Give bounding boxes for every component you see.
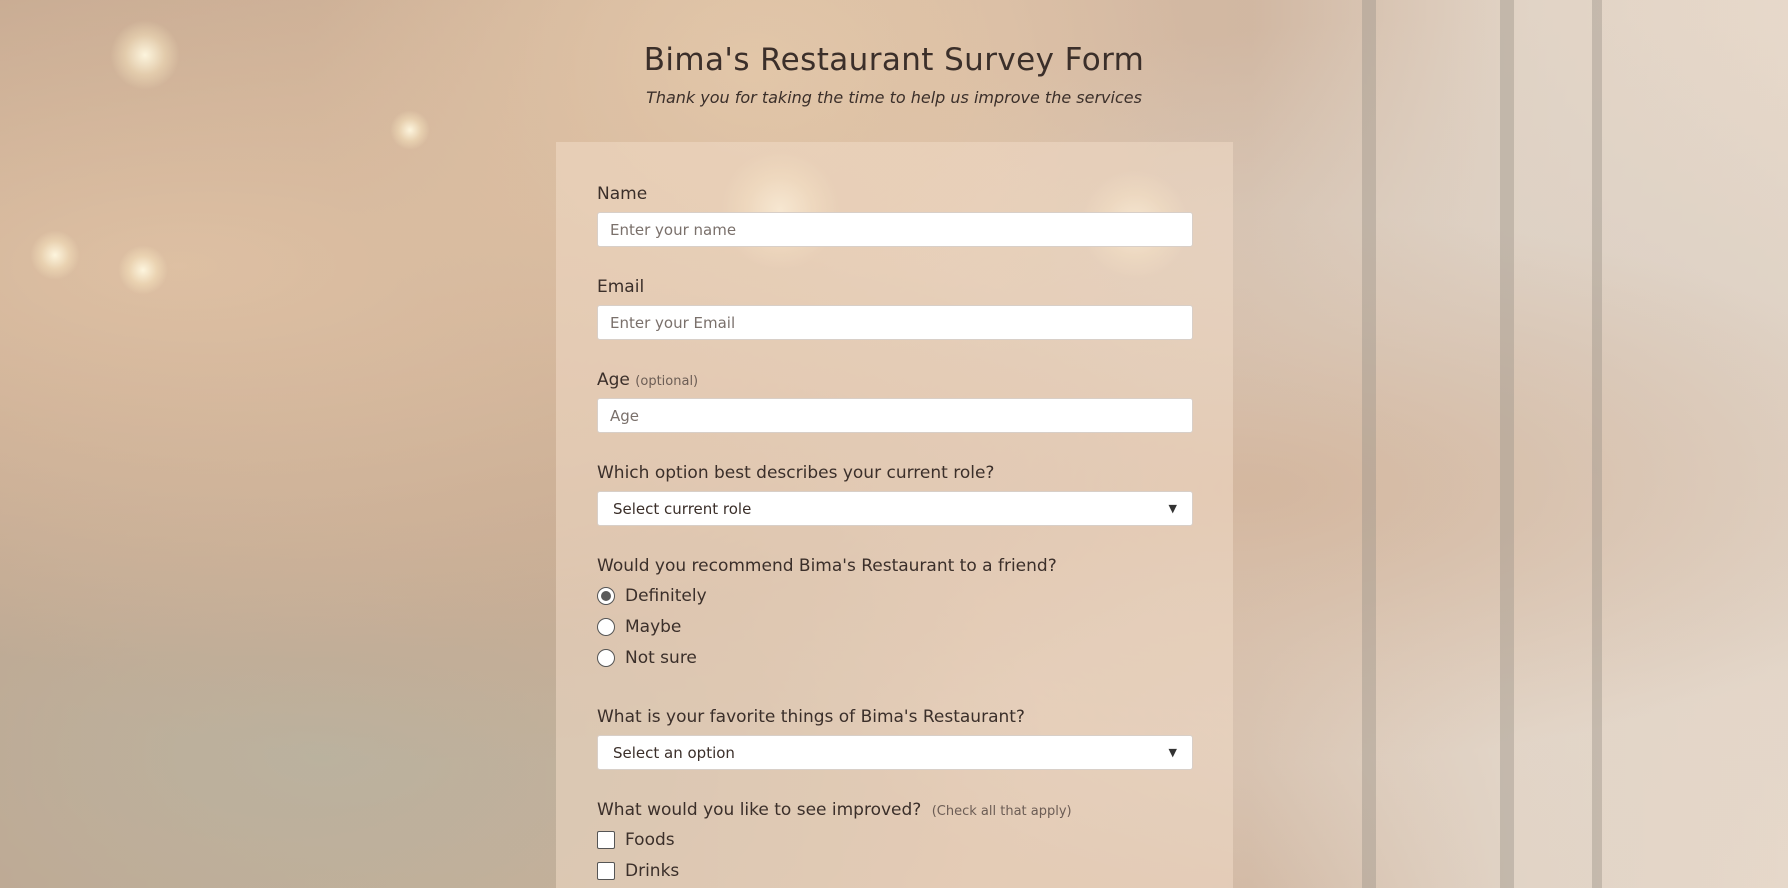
radio-label: Not sure — [625, 647, 697, 668]
radio-option-not-sure[interactable]: Not sure — [597, 642, 1193, 673]
checkbox-label: Foods — [625, 829, 675, 850]
chevron-down-icon: ▼ — [1168, 502, 1177, 515]
page-title: Bima's Restaurant Survey Form — [643, 42, 1145, 78]
role-field-group: Which option best describes your current… — [597, 463, 1193, 526]
page-header: Bima's Restaurant Survey Form Thank you … — [0, 42, 1788, 107]
chevron-down-icon: ▼ — [1168, 746, 1177, 759]
window-frame — [1592, 0, 1602, 888]
age-label: Age (optional) — [597, 370, 1193, 390]
radio-option-definitely[interactable]: Definitely — [597, 580, 1193, 611]
checkbox[interactable] — [597, 830, 615, 849]
radio-option-maybe[interactable]: Maybe — [597, 611, 1193, 642]
improve-label-text: What would you like to see improved? — [597, 800, 922, 820]
radio-button[interactable] — [597, 586, 615, 605]
pendant-light — [30, 230, 80, 280]
checkbox-label: Drinks — [625, 860, 680, 881]
radio-button[interactable] — [597, 617, 615, 636]
radio-button[interactable] — [597, 648, 615, 667]
improve-hint: (Check all that apply) — [931, 804, 1072, 819]
name-label: Name — [597, 184, 648, 204]
checkbox-option-foods[interactable]: Foods — [597, 824, 1193, 855]
role-label: Which option best describes your current… — [597, 463, 995, 483]
pendant-light — [390, 110, 430, 150]
favorite-select-value: Select an option — [613, 743, 735, 762]
name-input[interactable] — [597, 212, 1193, 247]
favorite-label: What is your favorite things of Bima's R… — [597, 707, 1025, 727]
recommend-field-group: Would you recommend Bima's Restaurant to… — [597, 556, 1193, 673]
role-select-value: Select current role — [613, 499, 752, 518]
age-input[interactable] — [597, 398, 1193, 433]
role-select[interactable]: Select current role ▼ — [597, 491, 1193, 526]
page-subtitle: Thank you for taking the time to help us… — [646, 88, 1142, 107]
favorite-field-group: What is your favorite things of Bima's R… — [597, 707, 1193, 770]
email-label: Email — [597, 277, 645, 297]
radio-label: Definitely — [625, 585, 707, 606]
email-input[interactable] — [597, 305, 1193, 340]
window-frame — [1500, 0, 1514, 888]
email-field-group: Email — [597, 277, 1193, 340]
recommend-label: Would you recommend Bima's Restaurant to… — [597, 556, 1057, 576]
age-optional-hint: (optional) — [635, 374, 699, 389]
age-field-group: Age (optional) — [597, 370, 1193, 433]
age-label-text: Age — [597, 370, 630, 390]
radio-label: Maybe — [625, 616, 682, 637]
survey-form: Name Email Age (optional) Which option b… — [556, 142, 1233, 888]
improve-field-group: What would you like to see improved? (Ch… — [597, 800, 1193, 886]
improve-label: What would you like to see improved? (Ch… — [597, 800, 1193, 820]
name-field-group: Name — [597, 184, 1193, 247]
pendant-light — [118, 245, 168, 295]
window-frame — [1362, 0, 1376, 888]
checkbox-option-drinks[interactable]: Drinks — [597, 855, 1193, 886]
favorite-select[interactable]: Select an option ▼ — [597, 735, 1193, 770]
checkbox[interactable] — [597, 861, 615, 880]
